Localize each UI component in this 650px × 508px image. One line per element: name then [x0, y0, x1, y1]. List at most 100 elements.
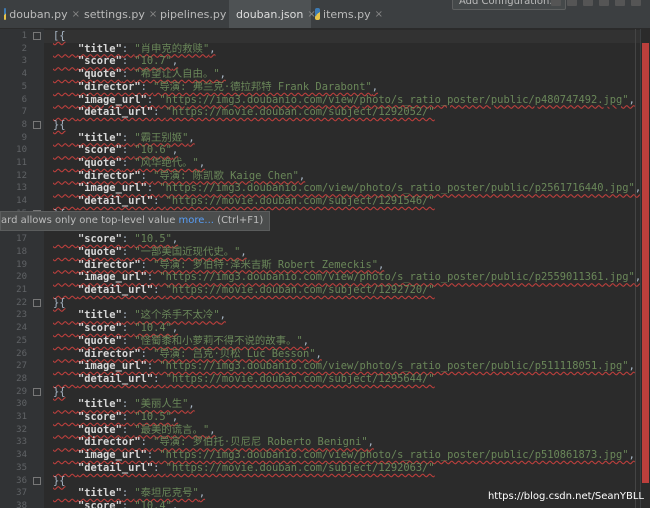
- code-line[interactable]: "title": "肖申克的救赎",: [53, 43, 215, 56]
- line-number: 30: [16, 399, 27, 410]
- line-number: 17: [16, 234, 27, 245]
- code-line[interactable]: }{: [53, 475, 66, 488]
- line-number: 28: [16, 373, 27, 384]
- tab-douban-json[interactable]: douban.json ×: [229, 0, 316, 28]
- tooltip-shortcut: (Ctrl+F1): [213, 215, 264, 226]
- line-number: 35: [16, 462, 27, 473]
- tab-pipelines-py[interactable]: pipelines.py ×: [153, 0, 239, 28]
- code-line[interactable]: "score": "10.6",: [53, 144, 178, 157]
- line-number: 37: [16, 488, 27, 499]
- line-number: 24: [16, 323, 27, 334]
- debug-icon[interactable]: [567, 0, 577, 6]
- line-number: 4: [21, 69, 27, 80]
- code-line[interactable]: "director": "导演: 吕克·贝松 Luc Besson",: [53, 348, 322, 361]
- line-number: 23: [16, 310, 27, 321]
- inspection-tooltip: ard allows only one top-level value more…: [0, 211, 271, 231]
- tab-label: douban.json: [236, 7, 304, 21]
- code-line[interactable]: "score": "10.5",: [53, 233, 178, 246]
- fold-icon[interactable]: [33, 298, 41, 307]
- line-number: 25: [16, 335, 27, 346]
- tab-label: douban.py: [9, 7, 68, 21]
- code-line[interactable]: "director": "导演: 陈凯歌 Kaige Chen",: [53, 170, 305, 183]
- code-line[interactable]: "detail_url": "https://movie.douban.com/…: [53, 284, 435, 297]
- line-number: 34: [16, 450, 27, 461]
- line-number: 12: [16, 170, 27, 181]
- code-line[interactable]: "detail_url": "https://movie.douban.com/…: [53, 462, 435, 475]
- tooltip-text: ard allows only one top-level value: [1, 215, 179, 226]
- code-line[interactable]: "title": "霸王别姬",: [53, 132, 195, 145]
- tab-items-py[interactable]: items.py ×: [311, 0, 383, 28]
- code-line[interactable]: "quote": "希望让人自由。",: [53, 68, 226, 81]
- line-number: 8: [21, 119, 27, 130]
- code-line[interactable]: "director": "导演: 罗伯托·贝尼尼 Roberto Benigni…: [53, 436, 374, 449]
- error-marker[interactable]: [642, 43, 649, 483]
- fold-icon[interactable]: [33, 32, 41, 40]
- code-line[interactable]: "score": "10.7",: [53, 55, 178, 68]
- code-line[interactable]: "image_url": "https://img3.doubanio.com/…: [53, 94, 635, 107]
- tooltip-more-link[interactable]: more...: [179, 215, 214, 226]
- code-line[interactable]: }{: [53, 297, 66, 310]
- code-line[interactable]: "title": "这个杀手不太冷",: [53, 309, 226, 322]
- editor-tab-bar: Add Configuration... douban.py × setting…: [0, 0, 650, 29]
- line-number: 3: [21, 56, 27, 67]
- code-line[interactable]: "image_url": "https://img3.doubanio.com/…: [53, 271, 641, 284]
- line-number: 21: [16, 285, 27, 295]
- fold-icon[interactable]: [33, 120, 41, 129]
- code-line[interactable]: "director": "导演: 罗伯特·泽米吉斯 Robert Zemecki…: [53, 259, 384, 272]
- line-number: 22: [16, 297, 27, 308]
- line-number: 6: [21, 94, 27, 105]
- code-line[interactable]: "score": "10.5",: [53, 411, 178, 424]
- run-icon[interactable]: [551, 0, 561, 6]
- code-line[interactable]: "director": "导演: 弗兰克·德拉邦特 Frank Darabont…: [53, 81, 378, 94]
- code-line[interactable]: }{: [53, 386, 66, 399]
- code-line[interactable]: "detail_url": "https://movie.douban.com/…: [53, 195, 435, 208]
- line-number: 27: [16, 361, 27, 372]
- line-number: 19: [16, 259, 27, 270]
- line-number: 26: [16, 348, 27, 359]
- code-line[interactable]: "quote": "怪蜀黍和小萝莉不得不说的故事。",: [53, 335, 309, 348]
- code-line[interactable]: "quote": "一部美国近现代史。",: [53, 246, 247, 259]
- code-line[interactable]: "score": "10.4",: [53, 322, 178, 335]
- fold-icon[interactable]: [33, 476, 41, 485]
- line-number: 32: [16, 424, 27, 435]
- tab-settings-py[interactable]: settings.py ×: [77, 0, 157, 28]
- code-line[interactable]: "detail_url": "https://movie.douban.com/…: [53, 106, 435, 119]
- coverage-icon[interactable]: [583, 0, 593, 6]
- code-line[interactable]: "title": "泰坦尼克号",: [53, 487, 205, 500]
- vcs-icon[interactable]: [615, 0, 625, 6]
- code-line[interactable]: "image_url": "https://img3.doubanio.com/…: [53, 449, 635, 462]
- line-number: 33: [16, 437, 27, 448]
- code-line[interactable]: "score": "10.4",: [53, 500, 178, 508]
- python-file-icon: [4, 8, 7, 20]
- code-line[interactable]: "detail_url": "https://movie.douban.com/…: [53, 373, 435, 386]
- line-number: 9: [21, 132, 27, 143]
- line-number: 31: [16, 412, 27, 422]
- line-number: 2: [21, 43, 27, 54]
- fold-icon[interactable]: [33, 387, 41, 396]
- line-number: 1: [21, 31, 27, 41]
- tab-label: pipelines.py: [160, 7, 227, 21]
- line-number: 38: [16, 500, 27, 508]
- code-line[interactable]: "image_url": "https://img3.doubanio.com/…: [53, 182, 641, 195]
- line-number: 13: [16, 183, 27, 194]
- search-everywhere-icon[interactable]: [631, 0, 641, 6]
- tab-douban-py[interactable]: douban.py ×: [0, 0, 80, 28]
- code-line[interactable]: "quote": "最美的谎言。",: [53, 424, 215, 437]
- line-number: 7: [21, 107, 27, 118]
- code-line[interactable]: "quote": "风华绝代。",: [53, 157, 205, 170]
- add-configuration-button[interactable]: Add Configuration...: [452, 0, 566, 10]
- line-number: 10: [16, 145, 27, 156]
- code-line[interactable]: "title": "美丽人生",: [53, 398, 195, 411]
- python-file-icon: [315, 8, 321, 20]
- stop-icon[interactable]: [599, 0, 609, 6]
- close-icon[interactable]: ×: [375, 9, 383, 20]
- code-editor[interactable]: 1 [{ 2 "title": "肖申克的救赎", 3 "score": "10.7"…: [0, 29, 641, 508]
- code-line[interactable]: "image_url": "https://img3.doubanio.com/…: [53, 360, 635, 373]
- line-number: 29: [16, 386, 27, 397]
- code-line[interactable]: [{: [53, 30, 66, 43]
- code-line[interactable]: }{: [53, 119, 66, 132]
- line-number: 14: [16, 196, 27, 207]
- tab-label: settings.py: [84, 7, 145, 21]
- error-stripe[interactable]: [640, 29, 650, 508]
- line-number: 11: [16, 158, 27, 168]
